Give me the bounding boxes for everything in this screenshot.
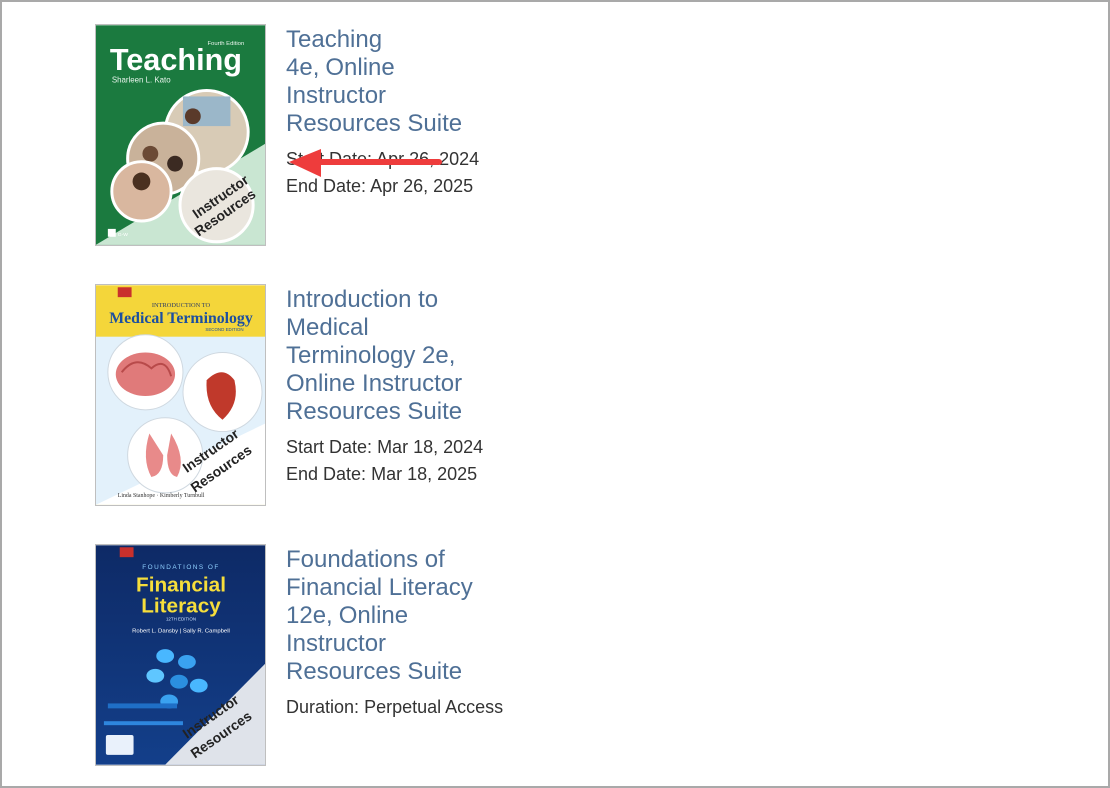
cover-title-line2: Literacy: [141, 595, 221, 618]
duration-label: Duration:: [286, 697, 360, 717]
cover-kicker-text: FOUNDATIONS OF: [142, 564, 220, 571]
book-cover-image: FOUNDATIONS OF Financial Literacy 12TH E…: [96, 545, 265, 765]
start-date-value: Mar 18, 2024: [377, 437, 484, 457]
product-title-link[interactable]: Introduction to Medical Terminology 2e, …: [286, 286, 483, 426]
product-title-link[interactable]: Teaching 4e, Online Instructor Resources …: [286, 26, 479, 138]
annotation-arrow-icon: [289, 149, 442, 177]
cover-teaching[interactable]: Fourth Edition Teaching Sharleen L. Kato…: [95, 24, 266, 246]
product-list: Fourth Edition Teaching Sharleen L. Kato…: [0, 0, 1110, 788]
svg-text:G-W: G-W: [118, 232, 128, 238]
product-title-link[interactable]: Foundations of Financial Literacy 12e, On…: [286, 546, 503, 686]
cover-edition-text: SECOND EDITION: [205, 327, 243, 332]
product-dates: Start Date: Mar 18, 2024 End Date: Mar 1…: [286, 434, 483, 488]
start-date-label: Start Date:: [286, 437, 373, 457]
end-date-label: End Date:: [286, 464, 367, 484]
duration-value: Perpetual Access: [364, 697, 504, 717]
cover-medical-terminology[interactable]: INTRODUCTION TO Medical Terminology SECO…: [95, 284, 266, 506]
book-cover-image: INTRODUCTION TO Medical Terminology SECO…: [96, 285, 265, 505]
cover-title-text: Medical Terminology: [109, 310, 253, 327]
cover-title-text: Teaching: [110, 43, 242, 77]
cover-title-line1: Financial: [136, 574, 226, 597]
product-title: Introduction to Medical Terminology 2e, …: [286, 286, 463, 397]
end-date-value: Mar 18, 2025: [371, 464, 478, 484]
cover-financial-literacy[interactable]: FOUNDATIONS OF Financial Literacy 12TH E…: [95, 544, 266, 766]
duration-row: Duration: Perpetual Access: [286, 694, 503, 721]
start-date-row: Start Date: Mar 18, 2024: [286, 434, 483, 461]
cover-author-text: Sharleen L. Kato: [112, 76, 171, 85]
cover-edition-text: 12TH EDITION: [166, 616, 196, 621]
product-duration: Duration: Perpetual Access: [286, 694, 503, 721]
product-info-medical-terminology: Introduction to Medical Terminology 2e, …: [286, 284, 483, 488]
cover-author-text: Linda Stanhope · Kimberly Turnbull: [118, 493, 205, 499]
cover-kicker-text: INTRODUCTION TO: [152, 302, 211, 309]
product-info-financial-literacy: Foundations of Financial Literacy 12e, On…: [286, 544, 503, 721]
end-date-row: End Date: Mar 18, 2025: [286, 461, 483, 488]
cover-author-text: Robert L. Dansby | Sally R. Campbell: [132, 628, 230, 634]
book-cover-image: Fourth Edition Teaching Sharleen L. Kato…: [96, 25, 265, 245]
product-title-line2: Resources Suite: [286, 398, 463, 425]
